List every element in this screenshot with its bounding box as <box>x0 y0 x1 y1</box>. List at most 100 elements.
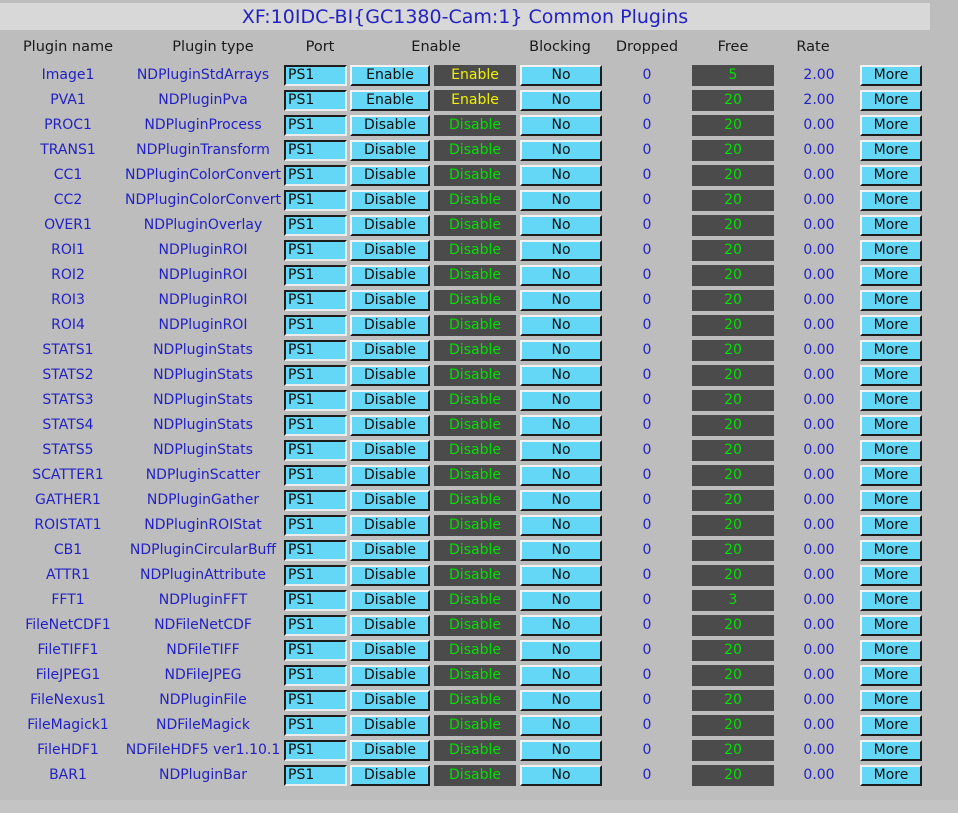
enable-toggle-button[interactable]: Enable <box>350 65 430 86</box>
more-button[interactable]: More <box>860 765 922 786</box>
blocking-toggle-button[interactable]: No <box>520 240 602 261</box>
more-button[interactable]: More <box>860 690 922 711</box>
more-button[interactable]: More <box>860 540 922 561</box>
enable-toggle-button[interactable]: Disable <box>350 290 430 311</box>
enable-toggle-button[interactable]: Disable <box>350 665 430 686</box>
blocking-toggle-button[interactable]: No <box>520 615 602 636</box>
blocking-toggle-button[interactable]: No <box>520 690 602 711</box>
more-button[interactable]: More <box>860 215 922 236</box>
more-button[interactable]: More <box>860 265 922 286</box>
enable-toggle-button[interactable]: Disable <box>350 140 430 161</box>
port-input[interactable]: PS1 <box>284 390 347 411</box>
port-input[interactable]: PS1 <box>284 490 347 511</box>
port-input[interactable]: PS1 <box>284 565 347 586</box>
blocking-toggle-button[interactable]: No <box>520 265 602 286</box>
blocking-toggle-button[interactable]: No <box>520 390 602 411</box>
port-input[interactable]: PS1 <box>284 715 347 736</box>
more-button[interactable]: More <box>860 90 922 111</box>
more-button[interactable]: More <box>860 440 922 461</box>
blocking-toggle-button[interactable]: No <box>520 715 602 736</box>
more-button[interactable]: More <box>860 565 922 586</box>
port-input[interactable]: PS1 <box>284 440 347 461</box>
port-input[interactable]: PS1 <box>284 365 347 386</box>
enable-toggle-button[interactable]: Disable <box>350 690 430 711</box>
more-button[interactable]: More <box>860 415 922 436</box>
port-input[interactable]: PS1 <box>284 215 347 236</box>
blocking-toggle-button[interactable]: No <box>520 115 602 136</box>
enable-toggle-button[interactable]: Disable <box>350 265 430 286</box>
blocking-toggle-button[interactable]: No <box>520 340 602 361</box>
enable-toggle-button[interactable]: Disable <box>350 490 430 511</box>
enable-toggle-button[interactable]: Disable <box>350 240 430 261</box>
port-input[interactable]: PS1 <box>284 515 347 536</box>
enable-toggle-button[interactable]: Disable <box>350 565 430 586</box>
more-button[interactable]: More <box>860 290 922 311</box>
enable-toggle-button[interactable]: Disable <box>350 215 430 236</box>
blocking-toggle-button[interactable]: No <box>520 665 602 686</box>
more-button[interactable]: More <box>860 465 922 486</box>
port-input[interactable]: PS1 <box>284 190 347 211</box>
port-input[interactable]: PS1 <box>284 415 347 436</box>
blocking-toggle-button[interactable]: No <box>520 515 602 536</box>
blocking-toggle-button[interactable]: No <box>520 365 602 386</box>
enable-toggle-button[interactable]: Disable <box>350 740 430 761</box>
blocking-toggle-button[interactable]: No <box>520 540 602 561</box>
port-input[interactable]: PS1 <box>284 640 347 661</box>
more-button[interactable]: More <box>860 615 922 636</box>
enable-toggle-button[interactable]: Disable <box>350 515 430 536</box>
enable-toggle-button[interactable]: Disable <box>350 715 430 736</box>
more-button[interactable]: More <box>860 640 922 661</box>
more-button[interactable]: More <box>860 240 922 261</box>
blocking-toggle-button[interactable]: No <box>520 215 602 236</box>
more-button[interactable]: More <box>860 65 922 86</box>
more-button[interactable]: More <box>860 515 922 536</box>
blocking-toggle-button[interactable]: No <box>520 640 602 661</box>
port-input[interactable]: PS1 <box>284 140 347 161</box>
more-button[interactable]: More <box>860 715 922 736</box>
enable-toggle-button[interactable]: Disable <box>350 190 430 211</box>
more-button[interactable]: More <box>860 590 922 611</box>
blocking-toggle-button[interactable]: No <box>520 140 602 161</box>
enable-toggle-button[interactable]: Disable <box>350 590 430 611</box>
enable-toggle-button[interactable]: Disable <box>350 640 430 661</box>
blocking-toggle-button[interactable]: No <box>520 315 602 336</box>
enable-toggle-button[interactable]: Disable <box>350 465 430 486</box>
port-input[interactable]: PS1 <box>284 765 347 786</box>
more-button[interactable]: More <box>860 740 922 761</box>
more-button[interactable]: More <box>860 165 922 186</box>
blocking-toggle-button[interactable]: No <box>520 465 602 486</box>
more-button[interactable]: More <box>860 365 922 386</box>
more-button[interactable]: More <box>860 490 922 511</box>
port-input[interactable]: PS1 <box>284 665 347 686</box>
blocking-toggle-button[interactable]: No <box>520 590 602 611</box>
enable-toggle-button[interactable]: Disable <box>350 390 430 411</box>
port-input[interactable]: PS1 <box>284 315 347 336</box>
blocking-toggle-button[interactable]: No <box>520 490 602 511</box>
enable-toggle-button[interactable]: Disable <box>350 440 430 461</box>
enable-toggle-button[interactable]: Enable <box>350 90 430 111</box>
enable-toggle-button[interactable]: Disable <box>350 365 430 386</box>
port-input[interactable]: PS1 <box>284 340 347 361</box>
enable-toggle-button[interactable]: Disable <box>350 115 430 136</box>
more-button[interactable]: More <box>860 665 922 686</box>
blocking-toggle-button[interactable]: No <box>520 290 602 311</box>
port-input[interactable]: PS1 <box>284 65 347 86</box>
port-input[interactable]: PS1 <box>284 115 347 136</box>
blocking-toggle-button[interactable]: No <box>520 765 602 786</box>
blocking-toggle-button[interactable]: No <box>520 190 602 211</box>
enable-toggle-button[interactable]: Disable <box>350 315 430 336</box>
enable-toggle-button[interactable]: Disable <box>350 340 430 361</box>
blocking-toggle-button[interactable]: No <box>520 565 602 586</box>
blocking-toggle-button[interactable]: No <box>520 90 602 111</box>
more-button[interactable]: More <box>860 340 922 361</box>
blocking-toggle-button[interactable]: No <box>520 440 602 461</box>
port-input[interactable]: PS1 <box>284 265 347 286</box>
port-input[interactable]: PS1 <box>284 690 347 711</box>
enable-toggle-button[interactable]: Disable <box>350 540 430 561</box>
port-input[interactable]: PS1 <box>284 540 347 561</box>
blocking-toggle-button[interactable]: No <box>520 415 602 436</box>
port-input[interactable]: PS1 <box>284 740 347 761</box>
blocking-toggle-button[interactable]: No <box>520 740 602 761</box>
enable-toggle-button[interactable]: Disable <box>350 765 430 786</box>
port-input[interactable]: PS1 <box>284 240 347 261</box>
